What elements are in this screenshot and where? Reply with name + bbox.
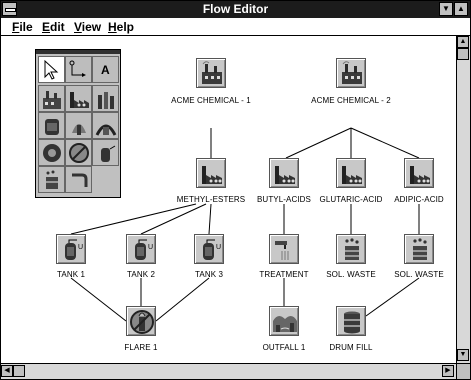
node-label-drum-fill: DRUM FILL bbox=[329, 343, 373, 352]
node-treatment[interactable] bbox=[269, 234, 299, 264]
node-flare-1[interactable] bbox=[126, 306, 156, 336]
scroll-down-icon[interactable]: ▼ bbox=[457, 349, 469, 361]
connector-icon bbox=[69, 60, 86, 77]
tank-icon: U bbox=[135, 239, 153, 260]
horizontal-scrollbar[interactable]: ◀ ▶ bbox=[1, 363, 456, 379]
svg-text:U: U bbox=[78, 244, 83, 251]
flare-icon bbox=[72, 124, 86, 135]
node-tank-3[interactable]: U bbox=[194, 234, 224, 264]
menu-edit[interactable]: Edit bbox=[42, 20, 65, 34]
no-flare-icon bbox=[69, 143, 89, 163]
edge-methyl-tank1 bbox=[70, 203, 197, 235]
node-methyl-esters[interactable] bbox=[196, 158, 226, 188]
horizontal-scroll-thumb[interactable] bbox=[13, 365, 25, 377]
pipe-tool[interactable] bbox=[65, 166, 92, 193]
factory-icon bbox=[275, 166, 295, 184]
treatment-tool[interactable] bbox=[92, 112, 119, 139]
waste-drum-icon bbox=[345, 238, 359, 260]
node-butyl-acids[interactable] bbox=[269, 158, 299, 188]
scrollbar-corner bbox=[456, 363, 470, 379]
node-label-acme-chemical-1: ACME CHEMICAL - 1 bbox=[171, 96, 251, 105]
text-icon: A bbox=[101, 63, 110, 77]
node-drum-fill[interactable] bbox=[336, 306, 366, 336]
node-sol-waste-2[interactable] bbox=[404, 234, 434, 264]
node-label-sol-waste-2: SOL. WASTE bbox=[394, 270, 444, 279]
pipe-icon bbox=[72, 173, 88, 187]
node-sol-waste-1[interactable] bbox=[336, 234, 366, 264]
drum-tool[interactable] bbox=[92, 139, 119, 166]
tank-icon: U bbox=[203, 239, 221, 260]
node-label-acme-chemical-2: ACME CHEMICAL - 2 bbox=[311, 96, 391, 105]
nonflare-tool[interactable] bbox=[65, 139, 92, 166]
flow-editor-window: Flow Editor ▼ ▲ File Edit View Help A AC… bbox=[0, 0, 471, 380]
title-bar[interactable]: Flow Editor ▼ ▲ bbox=[1, 1, 470, 18]
valve-tool[interactable] bbox=[38, 139, 65, 166]
node-tank-1[interactable]: U bbox=[56, 234, 86, 264]
pointer-tool[interactable] bbox=[38, 56, 65, 83]
window-title: Flow Editor bbox=[202, 2, 269, 16]
flare-icon bbox=[130, 310, 154, 334]
menu-bar: File Edit View Help bbox=[1, 18, 470, 36]
node-label-adipic-acid: ADIPIC-ACID bbox=[394, 195, 444, 204]
node-glutaric-acid[interactable] bbox=[336, 158, 366, 188]
plant-icon bbox=[342, 61, 362, 84]
edge-acme2-adipic bbox=[350, 127, 420, 159]
palette-title-bar[interactable] bbox=[36, 50, 120, 54]
scroll-left-icon[interactable]: ◀ bbox=[1, 365, 13, 377]
chemical-tool[interactable] bbox=[92, 85, 119, 112]
waste-drum-icon bbox=[46, 170, 58, 189]
flow-canvas[interactable]: A ACME CHEMICAL - 1 ACME CHEMICAL - 2 ME… bbox=[1, 36, 456, 363]
node-label-flare-1: FLARE 1 bbox=[124, 343, 158, 352]
menu-file[interactable]: File bbox=[12, 20, 33, 34]
menu-view[interactable]: View bbox=[74, 20, 101, 34]
scroll-right-icon[interactable]: ▶ bbox=[442, 365, 454, 377]
tank-tool[interactable] bbox=[38, 112, 65, 139]
scroll-up-icon[interactable]: ▲ bbox=[457, 36, 469, 48]
factory-icon bbox=[342, 166, 362, 184]
tool-palette: A bbox=[35, 49, 121, 198]
node-acme-chemical-1[interactable] bbox=[196, 58, 226, 88]
svg-text:U: U bbox=[216, 244, 221, 251]
extinguisher-icon bbox=[101, 145, 116, 162]
vertical-scroll-thumb[interactable] bbox=[457, 48, 469, 60]
node-acme-chemical-2[interactable] bbox=[336, 58, 366, 88]
pointer-icon bbox=[44, 59, 59, 80]
flare-tool[interactable] bbox=[65, 112, 92, 139]
node-tank-2[interactable]: U bbox=[126, 234, 156, 264]
menu-help[interactable]: Help bbox=[108, 20, 134, 34]
waste-tool[interactable] bbox=[38, 166, 65, 193]
factory-icon bbox=[70, 92, 89, 108]
chemical-plant-icon bbox=[98, 92, 114, 109]
node-adipic-acid[interactable] bbox=[404, 158, 434, 188]
svg-text:A: A bbox=[101, 63, 110, 77]
edge-tank1-flare bbox=[70, 277, 127, 322]
tank-icon bbox=[45, 119, 59, 135]
factory-icon bbox=[410, 166, 430, 184]
waste-drum-icon bbox=[413, 238, 427, 260]
plant-icon bbox=[202, 61, 222, 84]
treatment-icon bbox=[275, 241, 289, 260]
edge-tank3-flare bbox=[155, 277, 210, 322]
tank-icon: U bbox=[65, 239, 83, 260]
text-tool[interactable]: A bbox=[92, 56, 119, 83]
factory-tool[interactable] bbox=[65, 85, 92, 112]
svg-text:U: U bbox=[148, 244, 153, 251]
outfall-icon bbox=[273, 315, 297, 332]
treatment-icon bbox=[95, 124, 117, 136]
valve-icon bbox=[43, 144, 61, 162]
minimize-icon[interactable]: ▼ bbox=[439, 2, 453, 16]
plant-icon bbox=[43, 91, 61, 109]
edge-acme2-butyl bbox=[285, 127, 352, 159]
edge-methyl-tank2 bbox=[140, 203, 207, 235]
vertical-scrollbar[interactable]: ▲ ▼ bbox=[456, 36, 470, 363]
connector-tool[interactable] bbox=[65, 56, 92, 83]
edge-solwaste-drumfill bbox=[365, 277, 420, 317]
maximize-icon[interactable]: ▲ bbox=[454, 2, 468, 16]
drum-icon bbox=[344, 311, 360, 334]
plant-tool[interactable] bbox=[38, 85, 65, 112]
node-outfall-1[interactable] bbox=[269, 306, 299, 336]
edge-methyl-tank3 bbox=[208, 203, 212, 235]
factory-icon bbox=[202, 166, 222, 184]
